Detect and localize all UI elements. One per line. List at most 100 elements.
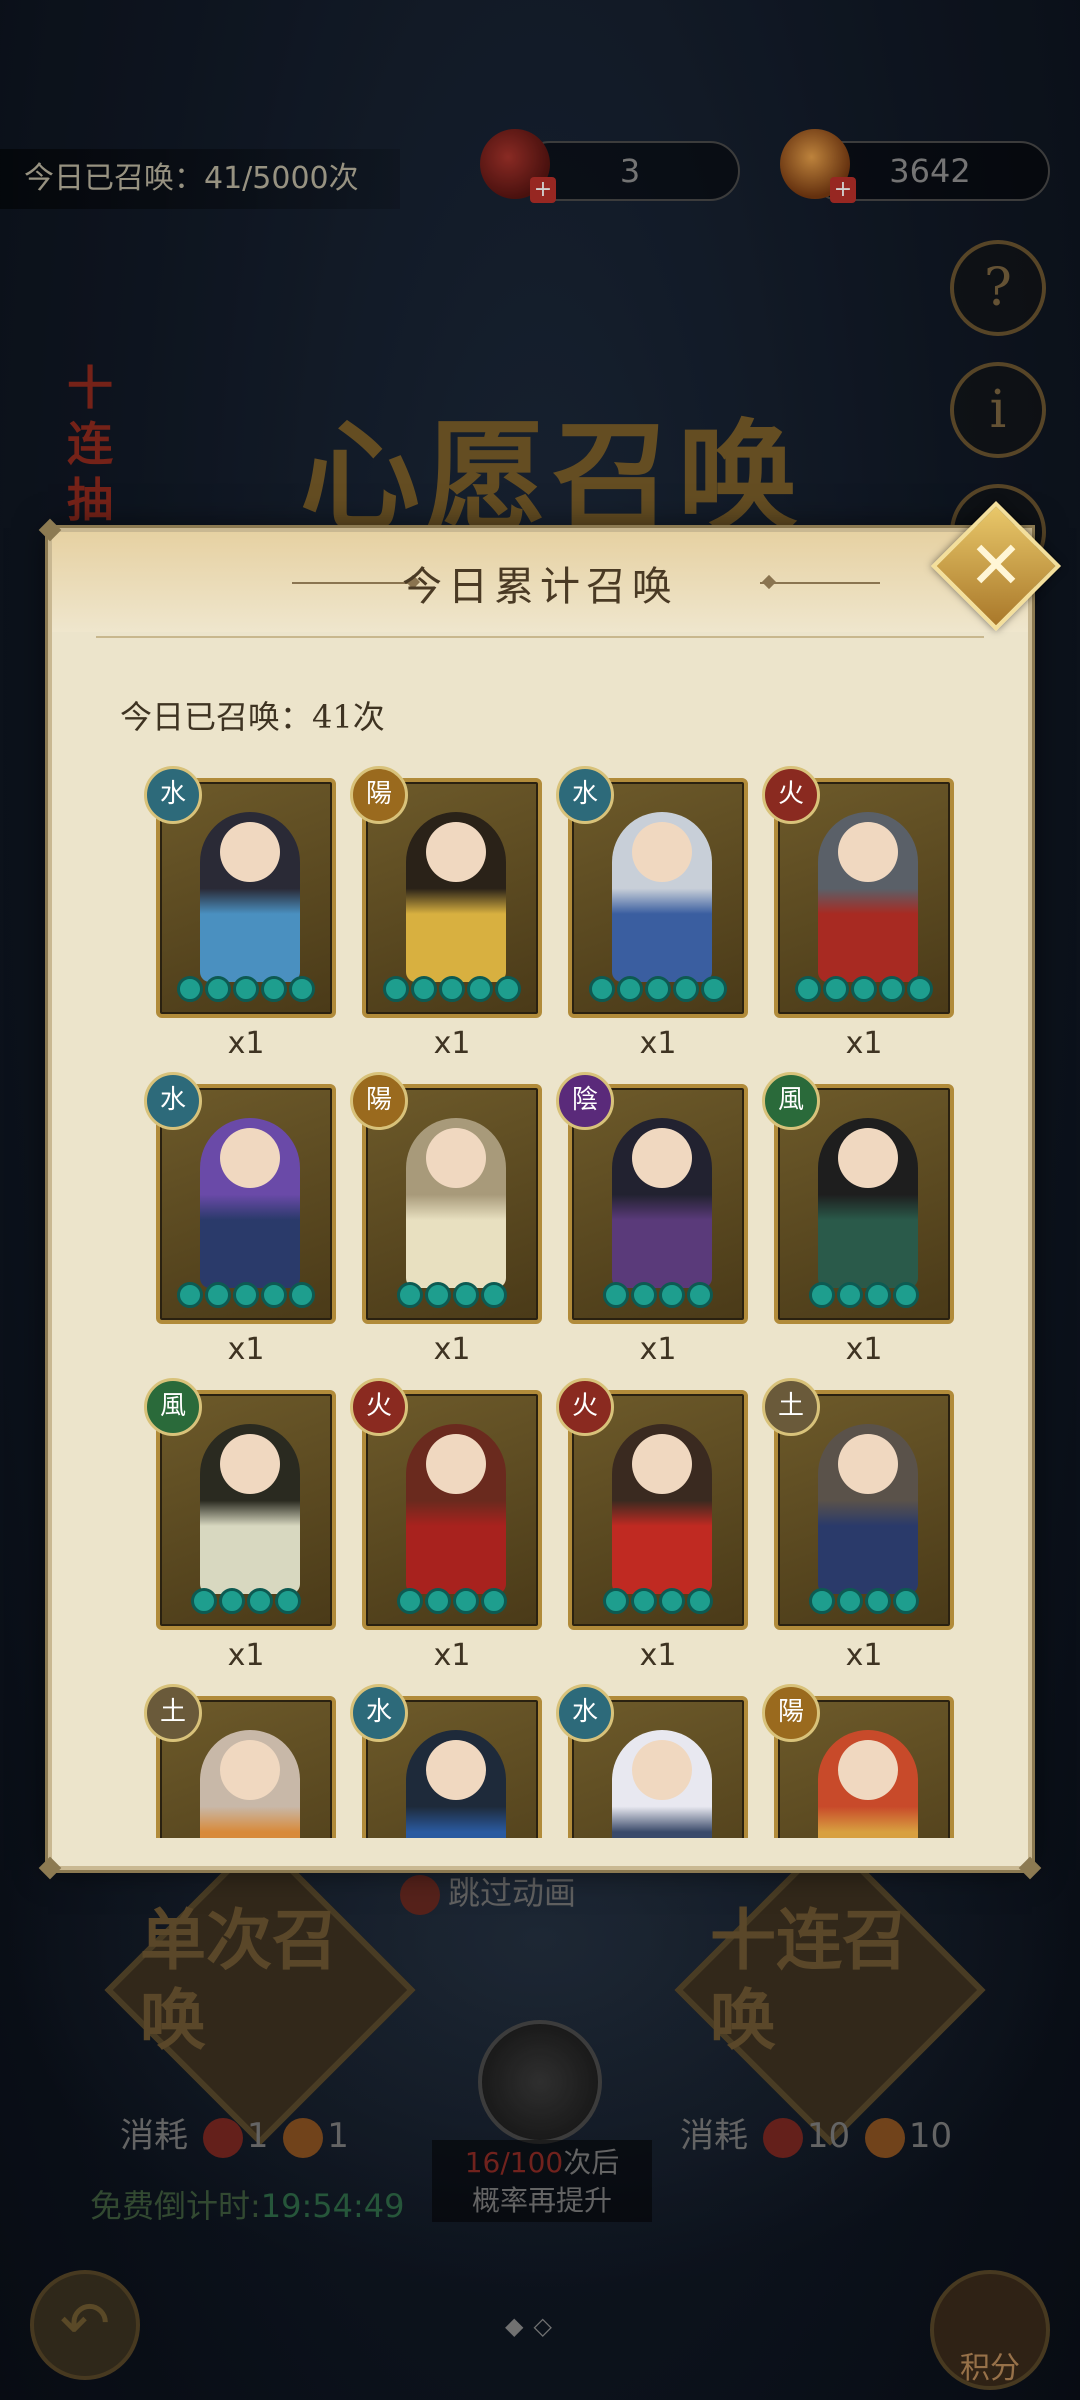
star-icon <box>383 976 409 1002</box>
star-icon <box>397 1282 423 1308</box>
hero-quantity: x1 <box>639 1026 677 1061</box>
hero-card[interactable]: 風 x1 <box>144 1378 336 1673</box>
star-icon <box>289 1282 315 1308</box>
hero-card[interactable]: 火 x1 <box>762 766 954 1061</box>
hero-face <box>220 1740 280 1800</box>
star-icon <box>823 976 849 1002</box>
hero-quantity: x1 <box>433 1638 471 1673</box>
element-badge-icon: 陰 <box>556 1072 614 1130</box>
star-icon <box>617 976 643 1002</box>
star-icon <box>865 1588 891 1614</box>
star-icon <box>495 976 521 1002</box>
hero-card[interactable]: 陽 <box>762 1684 954 1838</box>
star-icon <box>879 976 905 1002</box>
summon-count-label: 今日已召唤：41次 <box>120 698 385 736</box>
hero-card[interactable]: 風 x1 <box>762 1072 954 1367</box>
hero-face <box>426 1128 486 1188</box>
hero-face <box>220 1128 280 1188</box>
star-icon <box>289 976 315 1002</box>
hero-quantity: x1 <box>639 1332 677 1367</box>
star-icon <box>837 1282 863 1308</box>
hero-card[interactable]: 陽 x1 <box>350 766 542 1061</box>
hero-card[interactable]: 水 x1 <box>144 766 336 1061</box>
star-icon <box>177 976 203 1002</box>
element-badge-icon: 陽 <box>350 1072 408 1130</box>
star-icon <box>233 1282 259 1308</box>
star-icon <box>603 1588 629 1614</box>
element-badge-icon: 土 <box>762 1378 820 1436</box>
star-rating <box>160 976 332 1006</box>
hero-face <box>220 1434 280 1494</box>
star-icon <box>425 1588 451 1614</box>
star-rating <box>366 1282 538 1312</box>
hero-face <box>838 1128 898 1188</box>
summon-record-modal: 今日累计召唤 今日已召唤：41次 水 x1 陽 x1 水 x1 火 x1 水 x1 陽 x1 陰 x1 風 x… <box>38 518 1042 1880</box>
star-icon <box>809 1282 835 1308</box>
star-icon <box>659 1282 685 1308</box>
star-icon <box>687 1282 713 1308</box>
star-icon <box>687 1588 713 1614</box>
star-icon <box>631 1588 657 1614</box>
star-rating <box>572 1282 744 1312</box>
element-badge-icon: 陽 <box>762 1684 820 1742</box>
hero-face <box>838 822 898 882</box>
star-icon <box>481 1282 507 1308</box>
element-badge-icon: 風 <box>762 1072 820 1130</box>
hero-quantity: x1 <box>227 1638 265 1673</box>
star-icon <box>659 1588 685 1614</box>
hero-card[interactable]: 土 <box>144 1684 336 1838</box>
hero-card[interactable]: 水 <box>556 1684 748 1838</box>
star-rating <box>572 976 744 1006</box>
hero-face <box>632 1434 692 1494</box>
hero-card[interactable]: 水 x1 <box>556 766 748 1061</box>
hero-quantity: x1 <box>227 1332 265 1367</box>
star-icon <box>219 1588 245 1614</box>
element-badge-icon: 風 <box>144 1378 202 1436</box>
star-icon <box>261 976 287 1002</box>
star-icon <box>907 976 933 1002</box>
hero-face <box>426 1434 486 1494</box>
star-icon <box>631 1282 657 1308</box>
hero-card[interactable]: 火 x1 <box>556 1378 748 1673</box>
element-badge-icon: 水 <box>556 1684 614 1742</box>
hero-quantity: x1 <box>845 1026 883 1061</box>
star-icon <box>205 1282 231 1308</box>
star-icon <box>397 1588 423 1614</box>
star-icon <box>275 1588 301 1614</box>
star-icon <box>439 976 465 1002</box>
star-icon <box>261 1282 287 1308</box>
star-icon <box>453 1282 479 1308</box>
element-badge-icon: 水 <box>144 1072 202 1130</box>
star-icon <box>673 976 699 1002</box>
hero-card[interactable]: 陽 x1 <box>350 1072 542 1367</box>
divider <box>96 636 984 638</box>
star-icon <box>851 976 877 1002</box>
star-rating <box>366 1588 538 1618</box>
star-rating <box>778 1588 950 1618</box>
hero-card[interactable]: 火 x1 <box>350 1378 542 1673</box>
hero-card[interactable]: 陰 x1 <box>556 1072 748 1367</box>
star-icon <box>425 1282 451 1308</box>
hero-quantity: x1 <box>433 1332 471 1367</box>
hero-face <box>426 1740 486 1800</box>
hero-grid[interactable]: 水 x1 陽 x1 水 x1 火 x1 水 x1 陽 x1 陰 x1 風 x1 風 x1 火 x1 火 x1 土 x1 土水水陽 <box>96 742 996 1838</box>
hero-quantity: x1 <box>433 1026 471 1061</box>
modal-title: 今日累计召唤 <box>402 564 678 610</box>
star-icon <box>795 976 821 1002</box>
star-icon <box>865 1282 891 1308</box>
star-icon <box>603 1282 629 1308</box>
star-rating <box>572 1588 744 1618</box>
star-icon <box>701 976 727 1002</box>
hero-card[interactable]: 土 x1 <box>762 1378 954 1673</box>
star-icon <box>177 1282 203 1308</box>
element-badge-icon: 土 <box>144 1684 202 1742</box>
element-badge-icon: 水 <box>144 766 202 824</box>
hero-face <box>426 822 486 882</box>
element-badge-icon: 陽 <box>350 766 408 824</box>
hero-card[interactable]: 水 x1 <box>144 1072 336 1367</box>
hero-card[interactable]: 水 <box>350 1684 542 1838</box>
star-icon <box>411 976 437 1002</box>
star-icon <box>191 1588 217 1614</box>
hero-face <box>632 1740 692 1800</box>
close-icon[interactable]: ✕ <box>950 520 1042 612</box>
